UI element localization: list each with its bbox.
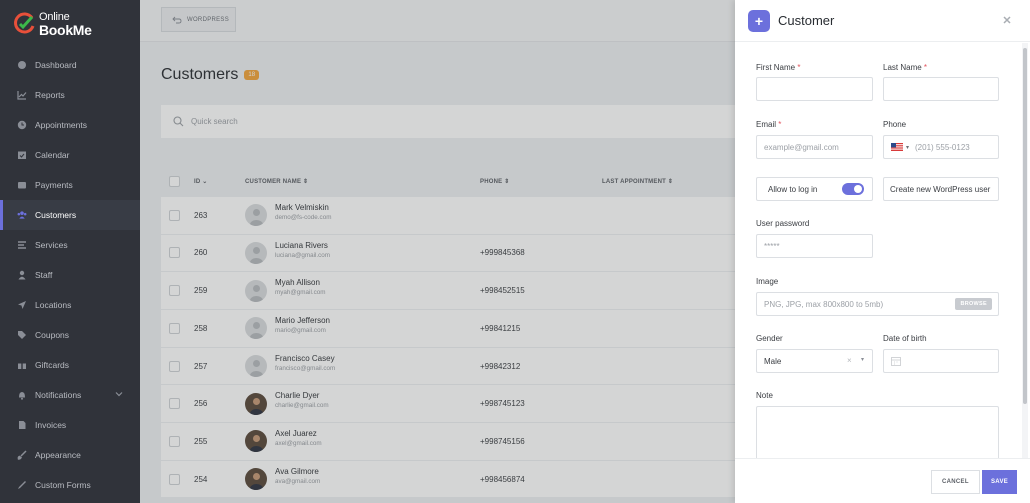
dob-field[interactable] xyxy=(883,349,999,373)
customer-panel: + Customer First Name * Last Name * Emai… xyxy=(735,0,1030,503)
first-name-field[interactable] xyxy=(756,77,873,101)
sidebar-item-invoices[interactable]: Invoices xyxy=(0,410,140,440)
logo-check-icon xyxy=(14,12,35,34)
create-wp-user-label: Create new WordPress user xyxy=(890,184,991,194)
user-icon xyxy=(17,270,27,280)
sidebar-item-label: Services xyxy=(35,240,68,250)
save-button[interactable]: SAVE xyxy=(982,470,1018,494)
sidebar: Online BookMe Dashboard Reports Appointm… xyxy=(0,0,140,503)
chart-line-icon xyxy=(17,90,27,100)
password-value: ***** xyxy=(764,241,780,251)
sidebar-item-label: Giftcards xyxy=(35,360,70,370)
image-placeholder: PNG, JPG, max 800x800 to 5mb) xyxy=(764,299,884,309)
phone-field[interactable]: ▾ (201) 555-0123 xyxy=(883,135,999,159)
pen-icon xyxy=(17,480,27,490)
modal-overlay[interactable] xyxy=(140,0,735,503)
sidebar-nav: Dashboard Reports Appointments Calendar … xyxy=(0,50,140,500)
wallet-icon xyxy=(17,180,27,190)
brand-logo[interactable]: Online BookMe xyxy=(12,9,122,39)
sidebar-item-dashboard[interactable]: Dashboard xyxy=(0,50,140,80)
email-placeholder: example@gmail.com xyxy=(764,142,839,152)
allow-login-toggle[interactable] xyxy=(842,183,864,195)
sidebar-item-label: Staff xyxy=(35,270,53,280)
clock-icon xyxy=(17,120,27,130)
sidebar-item-payments[interactable]: Payments xyxy=(0,170,140,200)
clear-icon[interactable]: × xyxy=(847,356,852,365)
chevron-down-icon[interactable] xyxy=(115,390,123,398)
brush-icon xyxy=(17,450,27,460)
sidebar-item-locations[interactable]: Locations xyxy=(0,290,140,320)
calendar-icon xyxy=(17,150,27,160)
sidebar-item-label: Calendar xyxy=(35,150,70,160)
list-icon xyxy=(17,240,27,250)
us-flag-icon[interactable] xyxy=(891,143,903,151)
panel-scroll-thumb[interactable] xyxy=(1023,48,1027,404)
sidebar-item-label: Dashboard xyxy=(35,60,77,70)
sidebar-item-label: Appearance xyxy=(35,450,81,460)
sidebar-item-calendar[interactable]: Calendar xyxy=(0,140,140,170)
dob-label: Date of birth xyxy=(883,334,927,343)
close-icon[interactable] xyxy=(1001,14,1013,26)
file-icon xyxy=(17,420,27,430)
customer-form: First Name * Last Name * Email * example… xyxy=(735,43,1020,458)
sidebar-item-appearance[interactable]: Appearance xyxy=(0,440,140,470)
gift-icon xyxy=(17,360,27,370)
email-field[interactable]: example@gmail.com xyxy=(756,135,873,159)
sidebar-item-staff[interactable]: Staff xyxy=(0,260,140,290)
password-field[interactable]: ***** xyxy=(756,234,873,258)
sidebar-item-label: Custom Forms xyxy=(35,480,91,490)
cancel-button[interactable]: CANCEL xyxy=(931,470,980,494)
image-label: Image xyxy=(756,277,779,286)
location-arrow-icon xyxy=(17,300,27,310)
password-label: User password xyxy=(756,219,810,228)
create-wp-user-option[interactable]: Create new WordPress user xyxy=(883,177,999,201)
flag-dropdown-caret: ▾ xyxy=(906,144,910,151)
sidebar-item-coupons[interactable]: Coupons xyxy=(0,320,140,350)
sidebar-item-label: Invoices xyxy=(35,420,67,430)
sidebar-item-custom-forms[interactable]: Custom Forms xyxy=(0,470,140,500)
sidebar-item-label: Appointments xyxy=(35,120,87,130)
calendar-icon xyxy=(891,357,901,366)
bell-icon xyxy=(17,390,27,400)
last-name-label: Last Name * xyxy=(883,63,928,72)
brand-line2: BookMe xyxy=(39,22,92,38)
sidebar-item-customers[interactable]: Customers xyxy=(0,200,140,230)
sidebar-item-giftcards[interactable]: Giftcards xyxy=(0,350,140,380)
email-label: Email * xyxy=(756,120,782,129)
tag-icon xyxy=(17,330,27,340)
first-name-label: First Name * xyxy=(756,63,801,72)
sidebar-item-label: Reports xyxy=(35,90,65,100)
browse-button[interactable]: BROWSE xyxy=(955,298,992,310)
chevron-down-icon[interactable]: ▾ xyxy=(861,356,864,363)
gender-label: Gender xyxy=(756,334,783,343)
sidebar-item-label: Coupons xyxy=(35,330,70,340)
panel-footer: CANCEL SAVE xyxy=(735,458,1030,503)
sidebar-item-appointments[interactable]: Appointments xyxy=(0,110,140,140)
sidebar-item-label: Payments xyxy=(35,180,73,190)
allow-login-label: Allow to log in xyxy=(768,184,818,194)
sidebar-item-label: Locations xyxy=(35,300,72,310)
users-icon xyxy=(17,210,27,220)
phone-label: Phone xyxy=(883,120,907,129)
sidebar-item-label: Notifications xyxy=(35,390,82,400)
image-upload-field[interactable]: PNG, JPG, max 800x800 to 5mb) BROWSE xyxy=(756,292,999,316)
allow-login-row: Allow to log in xyxy=(756,177,873,201)
sidebar-item-notifications[interactable]: Notifications xyxy=(0,380,140,410)
note-textarea[interactable] xyxy=(756,406,999,458)
phone-placeholder: (201) 555-0123 xyxy=(915,142,970,152)
note-label: Note xyxy=(756,391,773,400)
panel-title: Customer xyxy=(778,13,835,28)
sidebar-item-label: Customers xyxy=(35,210,77,220)
dashboard-icon xyxy=(17,60,27,70)
last-name-field[interactable] xyxy=(883,77,999,101)
gender-select[interactable]: Male × ▾ xyxy=(756,349,873,373)
gender-value: Male xyxy=(764,356,782,366)
panel-header: + Customer xyxy=(735,0,1030,42)
sidebar-item-reports[interactable]: Reports xyxy=(0,80,140,110)
plus-icon: + xyxy=(748,10,770,32)
sidebar-item-services[interactable]: Services xyxy=(0,230,140,260)
